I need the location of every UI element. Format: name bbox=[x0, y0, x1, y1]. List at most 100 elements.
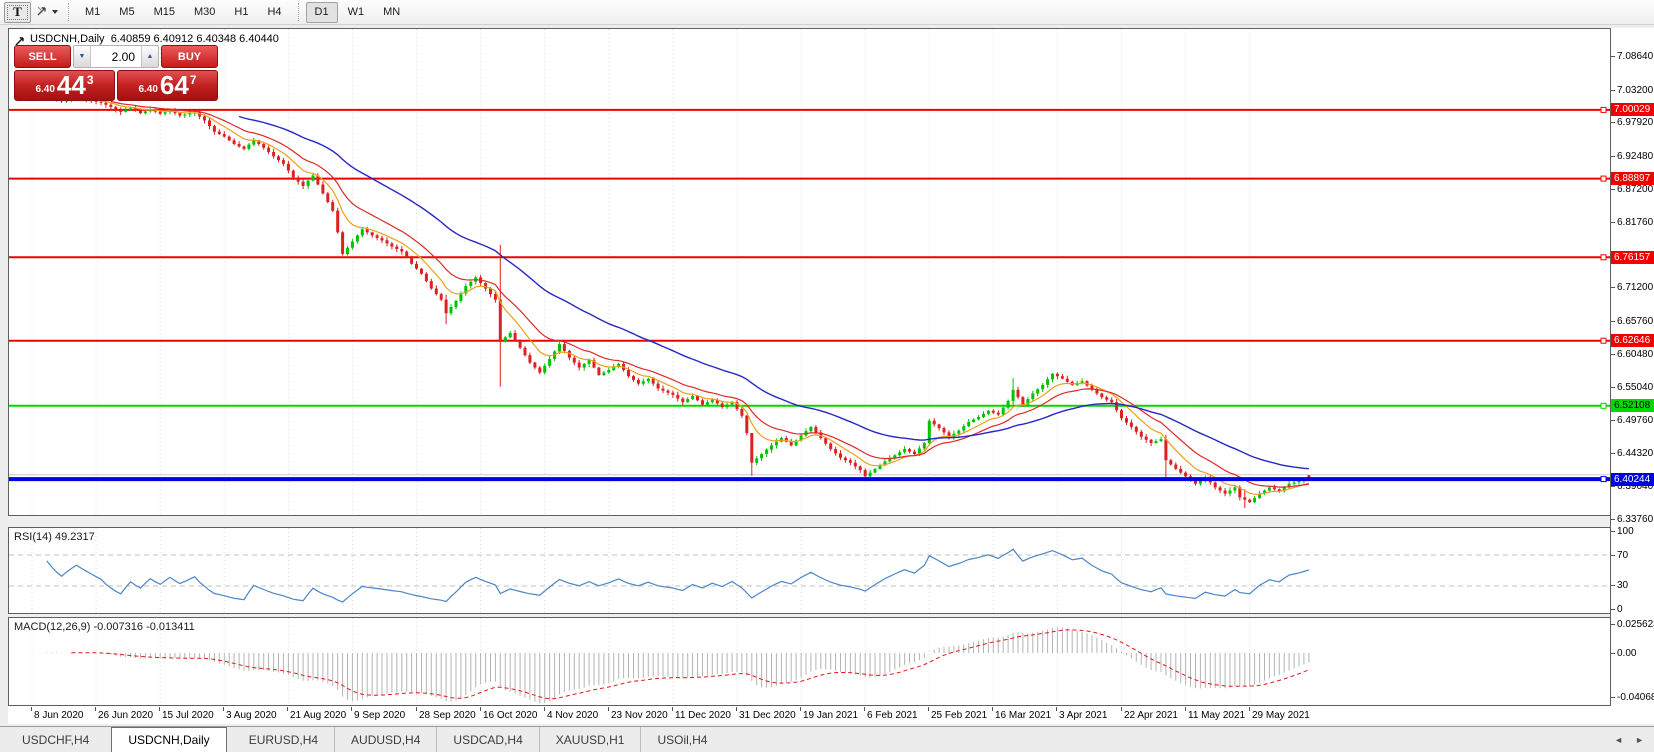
price-line-badge[interactable]: 6.88897 bbox=[1611, 172, 1654, 186]
price-tick-label: 70 bbox=[1611, 548, 1628, 562]
chart-window: USDCNH,Daily 6.40859 6.40912 6.40348 6.4… bbox=[8, 28, 1654, 724]
date-tick bbox=[159, 707, 160, 711]
date-tick bbox=[544, 707, 545, 711]
date-tick bbox=[800, 707, 801, 711]
date-label: 25 Feb 2021 bbox=[931, 710, 988, 721]
price-tick-label: 0 bbox=[1611, 602, 1623, 616]
price-tick-label: 7.08640 bbox=[1611, 50, 1653, 64]
tab-usoil-h4[interactable]: USOil,H4 bbox=[640, 727, 723, 752]
tab-xauusd-h1[interactable]: XAUUSD,H1 bbox=[538, 727, 641, 752]
date-tick bbox=[351, 707, 352, 711]
date-label: 23 Nov 2020 bbox=[611, 710, 668, 721]
date-label: 28 Sep 2020 bbox=[419, 710, 476, 721]
price-axis[interactable]: 7.08640 7.03200 6.97920 6.92480 6.87200 6.817… bbox=[1610, 28, 1654, 706]
date-tick bbox=[1121, 707, 1122, 711]
price-tick-label: 7.03200 bbox=[1611, 83, 1653, 97]
text-tool-button[interactable]: T bbox=[4, 1, 31, 23]
price-tick-label: 6.65760 bbox=[1611, 315, 1653, 329]
date-tick bbox=[416, 707, 417, 711]
toolbar-separator bbox=[297, 3, 300, 21]
rsi-canvas bbox=[9, 528, 1610, 613]
rsi-label: RSI(14) 49.2317 bbox=[14, 531, 95, 543]
price-line-badge[interactable]: 6.62646 bbox=[1611, 334, 1654, 348]
price-tick-label: -0.040687 bbox=[1611, 690, 1654, 704]
bid-price-big: 44 bbox=[56, 70, 86, 100]
pane-splitter[interactable] bbox=[8, 516, 1611, 527]
arrows-icon bbox=[35, 4, 49, 21]
volume-decrease-button[interactable]: ▼ bbox=[74, 46, 91, 67]
price-tick-label: 0.00 bbox=[1611, 646, 1636, 660]
date-label: 26 Jun 2020 bbox=[98, 710, 154, 721]
date-tick bbox=[1056, 707, 1057, 711]
date-label: 19 Jan 2021 bbox=[803, 710, 859, 721]
otc-price-row: 6.40 44 3 6.40 64 7 bbox=[14, 70, 218, 101]
price-line-badge[interactable]: 6.52108 bbox=[1611, 399, 1654, 413]
otc-top-row: SELL ▼ 2.00 ▲ BUY bbox=[14, 45, 218, 68]
date-tick bbox=[992, 707, 993, 711]
date-label: 3 Aug 2020 bbox=[226, 710, 277, 721]
price-tick-label: 6.55040 bbox=[1611, 381, 1653, 395]
price-tick-label: 6.81760 bbox=[1611, 216, 1653, 230]
timeframe-d1[interactable]: D1 bbox=[305, 1, 338, 23]
tab-usdcad-h4[interactable]: USDCAD,H4 bbox=[436, 727, 538, 752]
price-tick-label: 100 bbox=[1611, 525, 1634, 539]
chart-title-symbol: USDCNH,Daily bbox=[30, 33, 105, 45]
volume-input[interactable]: 2.00 bbox=[91, 46, 141, 67]
date-tick bbox=[480, 707, 481, 711]
date-tick bbox=[928, 707, 929, 711]
price-chart-canvas bbox=[9, 29, 1610, 515]
timeframe-m30[interactable]: M30 bbox=[185, 2, 224, 23]
tab-audusd-h4[interactable]: AUDUSD,H4 bbox=[334, 727, 436, 752]
sell-button[interactable]: SELL bbox=[14, 45, 71, 68]
ask-price-tile[interactable]: 6.40 64 7 bbox=[117, 70, 218, 101]
timeframe-m15[interactable]: M15 bbox=[145, 2, 184, 23]
tab-scroll-left-icon[interactable]: ◄ bbox=[1614, 735, 1623, 745]
tab-usdchf-h4[interactable]: USDCHF,H4 bbox=[6, 727, 105, 752]
tab-scroll-right-icon[interactable]: ► bbox=[1635, 735, 1644, 745]
ask-price-sup: 7 bbox=[189, 73, 197, 87]
bid-price-sup: 3 bbox=[86, 73, 94, 87]
date-label: 6 Feb 2021 bbox=[867, 710, 918, 721]
date-label: 11 Dec 2020 bbox=[675, 710, 731, 721]
date-tick bbox=[864, 707, 865, 711]
tab-usdcnh-daily[interactable]: USDCNH,Daily bbox=[111, 727, 227, 752]
timeframe-mn[interactable]: MN bbox=[374, 2, 409, 23]
date-label: 16 Oct 2020 bbox=[483, 710, 538, 721]
bid-price-tile[interactable]: 6.40 44 3 bbox=[14, 70, 115, 101]
ask-price-prefix: 6.40 bbox=[138, 84, 158, 95]
timeframe-m5[interactable]: M5 bbox=[110, 2, 143, 23]
price-pane[interactable] bbox=[8, 28, 1611, 516]
price-line-badge[interactable]: 7.00029 bbox=[1611, 103, 1654, 117]
date-label: 4 Nov 2020 bbox=[547, 710, 599, 721]
arrows-tool-button[interactable] bbox=[34, 2, 59, 23]
date-tick bbox=[95, 707, 96, 711]
date-label: 8 Jun 2020 bbox=[34, 710, 84, 721]
date-tick bbox=[1249, 707, 1250, 711]
top-toolbar: T M1 M5 M15 M30 H1 H4 D1 W1 MN bbox=[0, 0, 1654, 25]
macd-pane[interactable]: MACD(12,26,9) -0.007316 -0.013411 bbox=[8, 617, 1611, 706]
timeframe-h4[interactable]: H4 bbox=[258, 2, 290, 23]
date-label: 3 Apr 2021 bbox=[1059, 710, 1108, 721]
timeframe-h1[interactable]: H1 bbox=[225, 2, 257, 23]
timeframe-m1[interactable]: M1 bbox=[76, 2, 109, 23]
price-tick-label: 6.97920 bbox=[1611, 116, 1653, 130]
bid-price-prefix: 6.40 bbox=[35, 84, 55, 95]
toolbar-separator bbox=[68, 3, 70, 21]
date-label: 22 Apr 2021 bbox=[1124, 710, 1178, 721]
date-tick bbox=[608, 707, 609, 711]
timeframe-w1[interactable]: W1 bbox=[339, 2, 374, 23]
rsi-pane[interactable]: RSI(14) 49.2317 bbox=[8, 527, 1611, 614]
date-label: 16 Mar 2021 bbox=[995, 710, 1052, 721]
date-axis[interactable]: 8 Jun 2020 26 Jun 2020 15 Jul 2020 3 Aug 20… bbox=[8, 707, 1611, 724]
price-tick-label: 30 bbox=[1611, 579, 1628, 593]
price-line-badge[interactable]: 6.40244 bbox=[1611, 472, 1654, 486]
date-label: 29 May 2021 bbox=[1252, 710, 1310, 721]
tab-eurusd-h4[interactable]: EURUSD,H4 bbox=[233, 727, 334, 752]
date-tick bbox=[287, 707, 288, 711]
chart-title-ohlc: 6.40859 6.40912 6.40348 6.40440 bbox=[110, 33, 279, 45]
buy-button[interactable]: BUY bbox=[161, 45, 218, 68]
date-tick bbox=[736, 707, 737, 711]
volume-increase-button[interactable]: ▲ bbox=[141, 46, 158, 67]
price-line-badge[interactable]: 6.76157 bbox=[1611, 250, 1654, 264]
one-click-trading-panel: SELL ▼ 2.00 ▲ BUY 6.40 44 3 6.40 64 7 bbox=[14, 45, 218, 101]
